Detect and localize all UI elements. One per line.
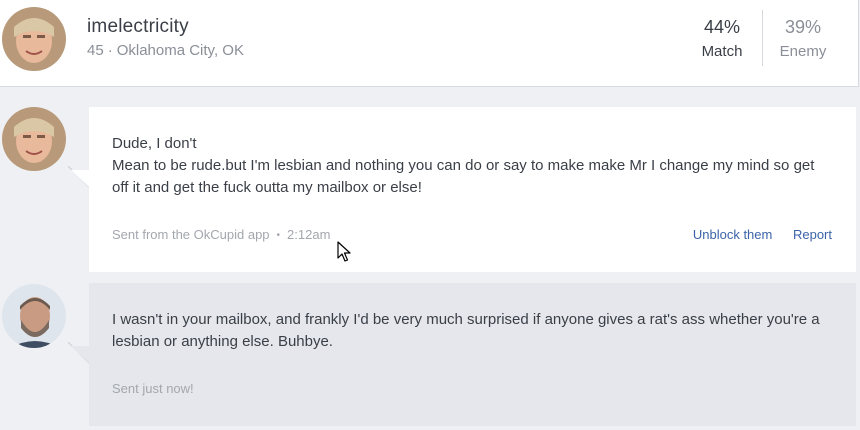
unblock-link[interactable]: Unblock them	[693, 227, 772, 242]
message-sent: I wasn't in your mailbox, and frankly I'…	[89, 283, 856, 426]
meta-separator: ·	[107, 42, 113, 59]
message-line: Dude, I don't	[112, 135, 197, 152]
profile-age: 45	[87, 42, 104, 59]
profile-meta: 45 · Oklahoma City, OK	[87, 42, 244, 59]
message-text: Dude, I don't Mean to be rude.but I'm le…	[112, 133, 834, 199]
message-status: Sent just now!	[112, 381, 194, 396]
message-source: Sent from the OkCupid app	[112, 227, 270, 242]
mouse-cursor-icon	[337, 241, 351, 262]
profile-username[interactable]: imelectricity	[87, 16, 189, 38]
message-actions: Unblock them Report	[676, 227, 832, 242]
message-footer: Sent from the OkCupid app • 2:12am	[112, 227, 330, 242]
enemy-stat: 39% Enemy	[763, 17, 843, 60]
match-stat: 44% Match	[682, 17, 762, 60]
message-received: Dude, I don't Mean to be rude.but I'm le…	[89, 107, 856, 272]
own-avatar[interactable]	[2, 284, 66, 348]
enemy-label: Enemy	[779, 43, 827, 60]
message-line: Mean to be rude.but I'm lesbian and noth…	[112, 157, 815, 196]
profile-avatar[interactable]	[2, 7, 66, 71]
enemy-percent: 39%	[784, 17, 822, 37]
match-label: Match	[701, 43, 743, 60]
sender-avatar[interactable]	[2, 107, 66, 171]
report-link[interactable]: Report	[793, 227, 832, 242]
message-line: I wasn't in your mailbox, and frankly I'…	[112, 311, 820, 350]
bullet-separator-icon: •	[276, 230, 281, 241]
message-text: I wasn't in your mailbox, and frankly I'…	[112, 309, 834, 353]
conversation-header: imelectricity 45 · Oklahoma City, OK 44% M…	[0, 0, 859, 87]
message-time: 2:12am	[287, 227, 331, 242]
profile-location: Oklahoma City, OK	[116, 42, 244, 59]
match-percent: 44%	[703, 17, 741, 37]
